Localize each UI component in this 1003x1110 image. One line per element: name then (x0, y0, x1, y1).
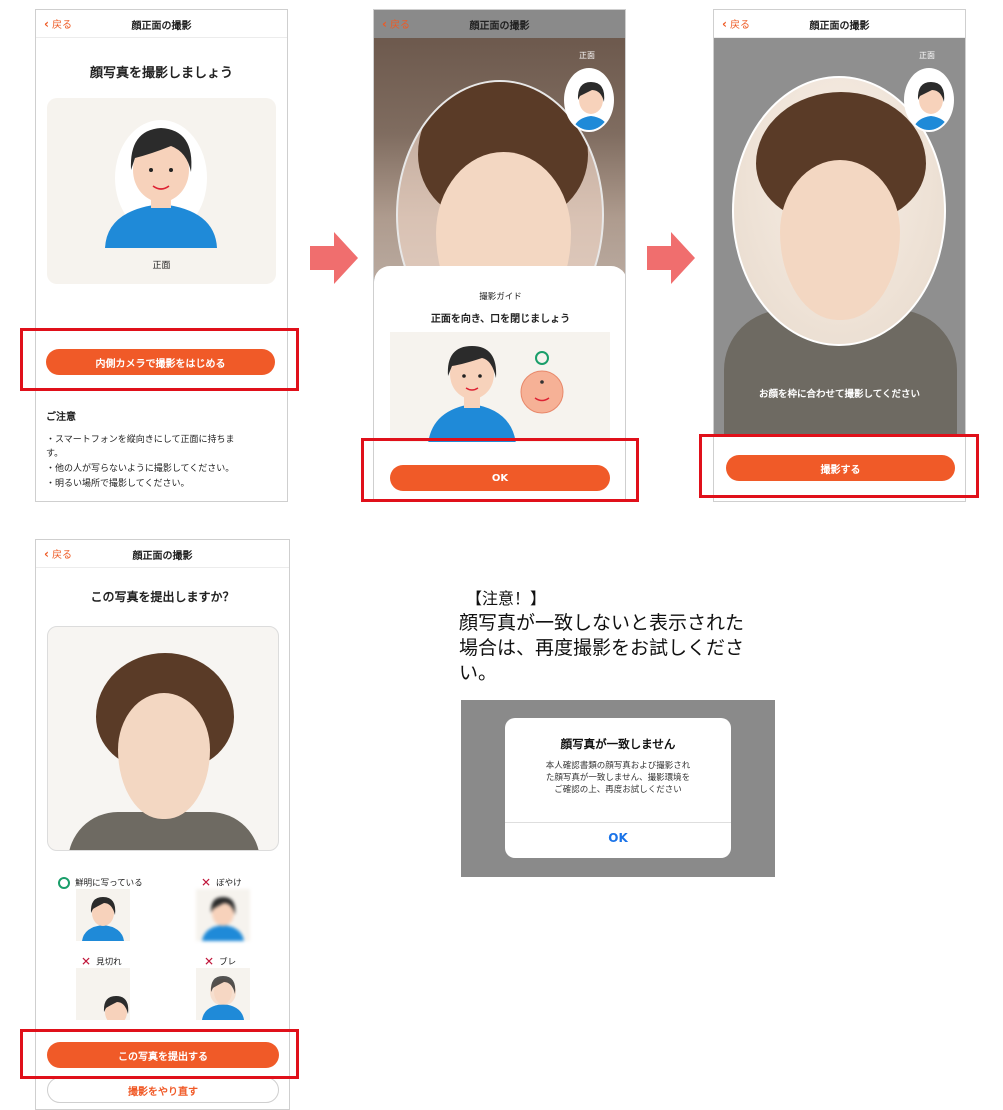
divider (505, 822, 731, 823)
guide-illustration (390, 332, 610, 442)
highlight-box (699, 434, 979, 498)
face-shape (118, 693, 210, 819)
example-label: 見切れ (96, 957, 122, 968)
alert-dialog: 顔写真が一致しません 本人確認書類の顔写真および撮影され た顔写真が一致しません… (505, 718, 731, 858)
highlight-box (20, 1029, 299, 1079)
nav-title: 顔正面の撮影 (469, 21, 530, 32)
guide-text: 正面を向き、口を閉じましょう (430, 314, 571, 325)
mismatch-alert-screenshot: 顔写真が一致しません 本人確認書類の顔写真および撮影され た顔写真が一致しません… (461, 700, 775, 877)
note-body-line: 顔写真が一致しないと表示された (459, 612, 745, 634)
nav-title: 顔正面の撮影 (132, 551, 193, 562)
screen-capture: ‹ 戻る 顔正面の撮影 正面 お顔を枠に合わせて撮影してください 撮影する (713, 9, 966, 502)
cross-icon: ✕ (81, 954, 92, 969)
capture-instruction: お顔を枠に合わせて撮影してください (759, 389, 920, 400)
notice-line: ・スマートフォンを縦向きにして正面に持ちま (46, 435, 235, 445)
example-label: ぼやけ (216, 878, 242, 889)
alert-body: 本人確認書類の顔写真および撮影され た顔写真が一致しません、撮影環境を ご確認の… (519, 760, 717, 796)
guide-title: 撮影ガイド (479, 292, 522, 302)
notice-line: ・明るい場所で撮影してください。 (46, 479, 190, 489)
nav-bar: ‹ 戻る 顔正面の撮影 (36, 10, 287, 38)
page-heading: 顔写真を撮影しましょう (89, 66, 233, 81)
notice-line: ・他の人が写らないように撮影してください。 (46, 464, 235, 474)
highlight-box (20, 328, 299, 391)
notice-line: す。 (46, 449, 64, 459)
alert-body-line: 本人確認書類の顔写真および撮影され (545, 761, 691, 771)
guide-person-illustration (428, 346, 564, 442)
alert-ok-button[interactable]: OK (505, 831, 731, 845)
alert-title: 顔写真が一致しません (560, 737, 676, 751)
cross-icon: ✕ (204, 954, 215, 969)
person-illustration (105, 120, 217, 248)
captured-photo (47, 626, 279, 851)
illustration-caption: 正面 (152, 261, 171, 271)
nav-bar: ‹ 戻る 顔正面の撮影 (36, 540, 289, 568)
nav-title: 顔正面の撮影 (131, 21, 192, 32)
note-title: 【注意！】 (466, 589, 547, 608)
front-face-badge (564, 68, 614, 132)
cross-icon: ✕ (201, 875, 212, 890)
page-heading: この写真を提出しますか？ (90, 590, 235, 604)
arrow-right-icon (647, 232, 695, 284)
nav-title: 顔正面の撮影 (809, 21, 870, 32)
retake-button[interactable]: 撮影をやり直す (47, 1077, 279, 1103)
badge-label: 正面 (579, 51, 595, 60)
screen-confirm: ‹ 戻る 顔正面の撮影 この写真を提出しますか？ 鮮明に写っている ✕ ぼやけ … (35, 539, 290, 1110)
arrow-right-icon (310, 232, 358, 284)
nav-bar: ‹ 戻る 顔正面の撮影 (374, 10, 625, 38)
notice-title: ご注意 (46, 412, 76, 423)
example-label: 鮮明に写っている (75, 878, 143, 889)
example-thumb (76, 968, 130, 1020)
face-shape (780, 160, 900, 320)
screen-intro: ‹ 戻る 顔正面の撮影 顔写真を撮影しましょう 正面 内側カメラで撮影をはじめる… (35, 9, 288, 502)
circle-ok-icon (58, 876, 70, 889)
face-thumbnail-icon (906, 70, 952, 130)
example-thumb (196, 889, 250, 941)
alert-body-line: ご確認の上、再度お試しください (554, 785, 682, 795)
illustration-card: 正面 (47, 98, 276, 284)
front-face-badge (904, 68, 954, 132)
highlight-box (361, 438, 639, 502)
example-thumb (196, 968, 250, 1020)
note-body-line: い。 (459, 662, 498, 684)
example-label: ブレ (219, 957, 237, 968)
note-body-line: 場合は、再度撮影をお試しくださ (459, 637, 745, 659)
badge-label: 正面 (919, 51, 935, 60)
nav-bar: ‹ 戻る 顔正面の撮影 (714, 10, 965, 38)
screen-camera-guide: ‹ 戻る 顔正面の撮影 正面 撮影ガイド 正面を向き、口を閉じましょう OK (373, 9, 626, 502)
example-thumb (76, 889, 130, 941)
alert-body-line: た顔写真が一致しません、撮影環境を (545, 773, 691, 783)
